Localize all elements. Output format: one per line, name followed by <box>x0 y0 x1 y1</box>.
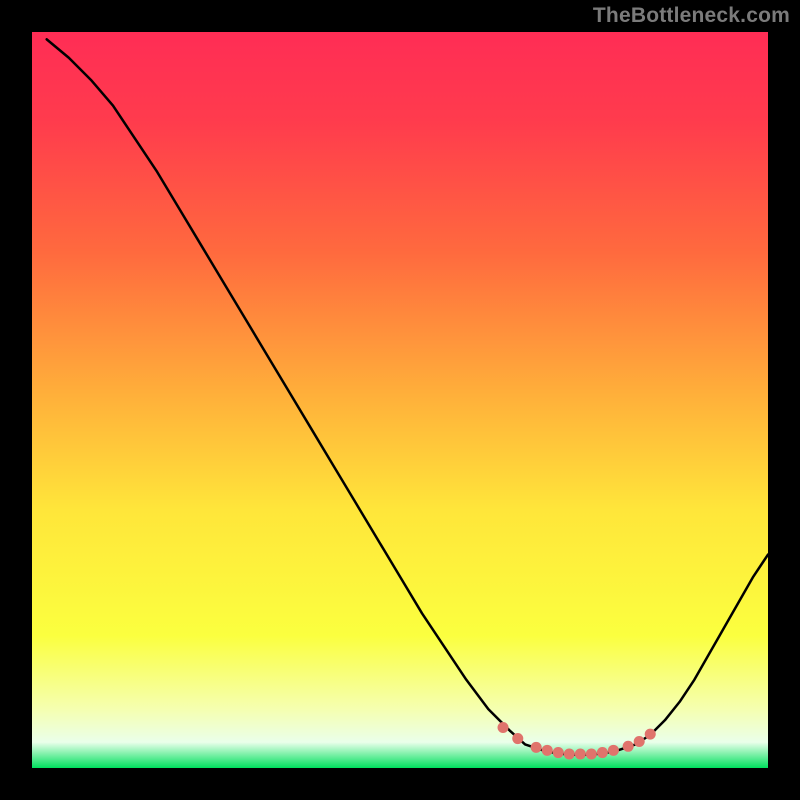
curve-marker <box>542 745 553 756</box>
curve-marker <box>586 748 597 759</box>
plot-area <box>32 32 768 768</box>
curve-marker <box>608 745 619 756</box>
curve-marker <box>553 747 564 758</box>
bottleneck-curve <box>47 39 768 754</box>
curve-marker <box>597 747 608 758</box>
curve-marker <box>498 722 509 733</box>
curve-marker <box>575 748 586 759</box>
curve-marker <box>623 741 634 752</box>
curve-marker <box>512 733 523 744</box>
curve-marker <box>531 742 542 753</box>
curve-marker <box>634 736 645 747</box>
plot-overlay <box>32 32 768 768</box>
chart-container: TheBottleneck.com <box>0 0 800 800</box>
curve-markers <box>498 722 656 760</box>
watermark-text: TheBottleneck.com <box>593 4 790 28</box>
curve-marker <box>645 729 656 740</box>
curve-marker <box>564 748 575 759</box>
